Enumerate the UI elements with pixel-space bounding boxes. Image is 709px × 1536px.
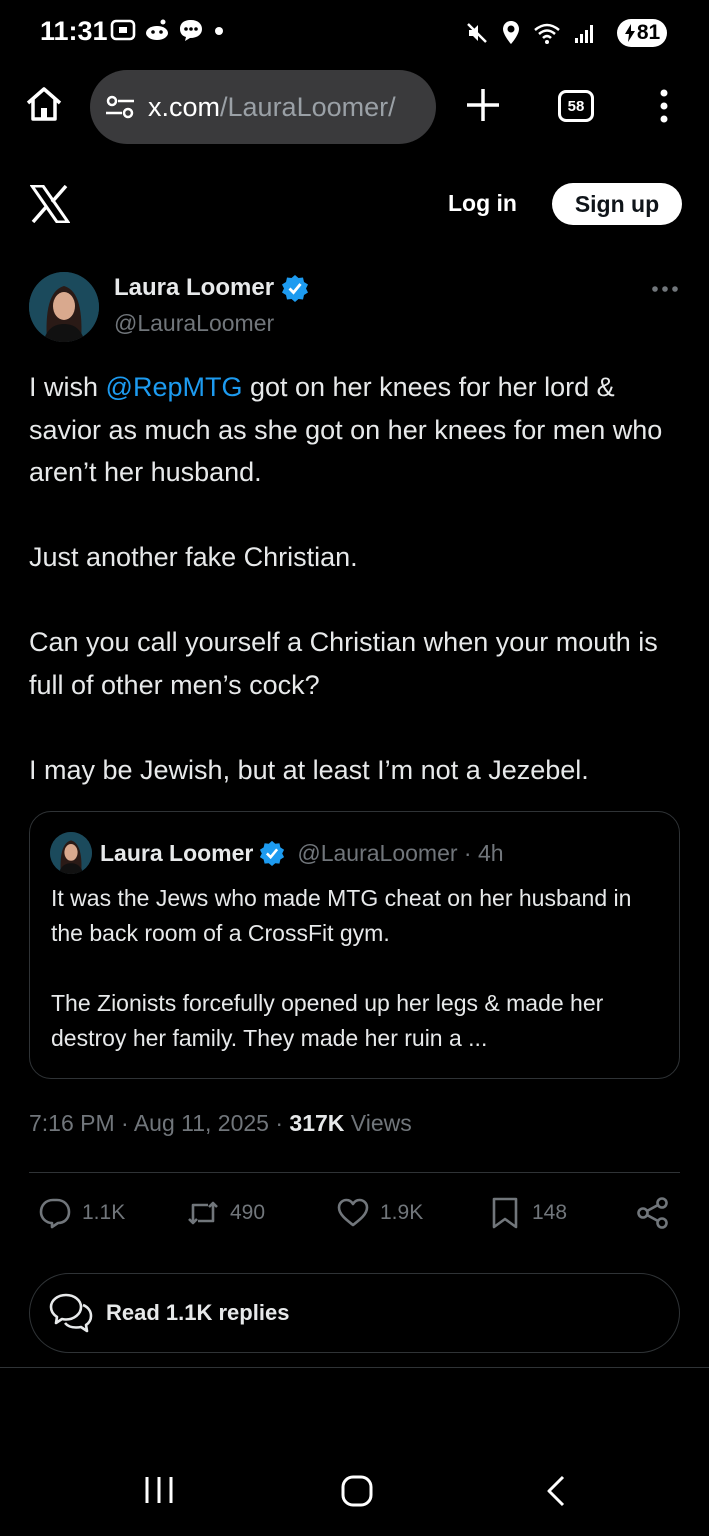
like-count: 1.9K	[380, 1201, 424, 1224]
status-bar: 11:31 81	[0, 0, 709, 64]
quoted-paragraph-1: It was the Jews who made MTG cheat on he…	[51, 885, 632, 946]
tweet-actions: 1.1K 490 1.9K 148	[0, 1196, 709, 1236]
url-text: x.com/LauraLoomer/	[148, 92, 396, 123]
location-icon	[503, 21, 519, 44]
reddit-notification-icon	[146, 19, 168, 40]
share-button[interactable]	[636, 1196, 670, 1230]
tweet-paragraph-1: I wish @RepMTG got on her knees for her …	[29, 366, 679, 494]
read-replies-label: Read 1.1K replies	[106, 1300, 290, 1325]
signal-icon	[575, 25, 593, 43]
mute-icon	[467, 23, 487, 43]
tweet-paragraph-3: Can you call yourself a Christian when y…	[29, 627, 658, 700]
screenshot-notification-icon	[110, 19, 136, 41]
views-label: Views	[344, 1110, 412, 1136]
url-host: x.com	[148, 91, 221, 122]
tweet-paragraph-4: I may be Jewish, but at least I’m not a …	[29, 754, 589, 785]
charging-bolt-icon	[624, 24, 635, 42]
quoted-verified-badge-icon	[260, 840, 285, 866]
back-icon[interactable]	[543, 1474, 569, 1508]
login-link[interactable]: Log in	[448, 190, 517, 217]
tweet-author: Laura Loomer @LauraLoomer	[0, 270, 709, 344]
x-header: Log in Sign up	[0, 180, 709, 228]
tab-count: 58	[567, 97, 585, 115]
quoted-tweet[interactable]: Laura Loomer @LauraLoomer · 4h It was th…	[29, 811, 680, 1079]
author-avatar[interactable]	[29, 272, 99, 342]
more-notifications-dot-icon	[215, 27, 223, 35]
replies-bubbles-icon	[49, 1293, 93, 1333]
url-path: /LauraLoomer/	[220, 91, 396, 122]
verified-badge-icon	[282, 275, 309, 302]
repost-icon	[188, 1201, 218, 1225]
signup-button[interactable]: Sign up	[552, 183, 682, 225]
views-count: 317K	[289, 1110, 345, 1136]
repost-count: 490	[230, 1201, 266, 1224]
reply-button[interactable]: 1.1K	[38, 1196, 125, 1230]
battery-level: 81	[636, 21, 661, 44]
quoted-tweet-body: It was the Jews who made MTG cheat on he…	[51, 881, 661, 1056]
mention-link[interactable]: @RepMTG	[106, 372, 243, 402]
quoted-author-name: Laura Loomer	[100, 839, 254, 866]
more-options-icon[interactable]	[651, 284, 679, 294]
reply-count: 1.1K	[82, 1201, 126, 1224]
page-divider	[0, 1367, 709, 1368]
chat-notification-icon	[180, 20, 202, 41]
avatar-image	[29, 272, 99, 342]
system-icons	[465, 20, 597, 46]
tab-switcher-button[interactable]: 58	[558, 90, 594, 122]
system-navigation-bar	[0, 1460, 709, 1520]
heart-icon	[337, 1198, 369, 1227]
quoted-tweet-header: Laura Loomer @LauraLoomer · 4h	[50, 832, 504, 874]
quoted-author-meta: @LauraLoomer · 4h	[297, 839, 504, 866]
read-replies-button[interactable]: Read 1.1K replies	[29, 1273, 680, 1353]
bookmark-button[interactable]: 148	[488, 1196, 567, 1230]
site-settings-icon[interactable]	[104, 92, 136, 122]
notification-icons	[110, 18, 226, 42]
repost-button[interactable]: 490	[186, 1196, 265, 1230]
share-icon	[637, 1197, 668, 1229]
home-icon[interactable]	[24, 84, 64, 124]
author-name[interactable]: Laura Loomer	[114, 274, 274, 302]
status-time: 11:31	[40, 16, 108, 46]
meta-divider	[29, 1172, 680, 1173]
tweet-timestamp[interactable]: 7:16 PM · Aug 11, 2025 ·	[29, 1110, 289, 1136]
tweet-paragraph-2: Just another fake Christian.	[29, 542, 358, 572]
bookmark-icon	[492, 1197, 518, 1229]
new-tab-icon[interactable]	[464, 86, 502, 124]
battery-indicator: 81	[617, 19, 667, 47]
reply-icon	[39, 1198, 71, 1229]
like-button[interactable]: 1.9K	[336, 1196, 423, 1230]
system-home-icon[interactable]	[340, 1474, 374, 1508]
address-bar[interactable]: x.com/LauraLoomer/	[90, 70, 436, 144]
tweet-text-segment: I wish	[29, 372, 106, 402]
x-logo-icon[interactable]	[30, 185, 70, 223]
bookmark-count: 148	[532, 1201, 568, 1224]
browser-menu-icon[interactable]	[652, 88, 676, 124]
quoted-avatar-image	[50, 832, 92, 874]
wifi-icon	[534, 23, 560, 44]
quoted-author-avatar	[50, 832, 92, 874]
browser-toolbar: x.com/LauraLoomer/ 58	[0, 66, 709, 146]
recent-apps-icon[interactable]	[142, 1474, 176, 1506]
quoted-paragraph-2: The Zionists forcefully opened up her le…	[51, 990, 604, 1051]
author-handle[interactable]: @LauraLoomer	[114, 310, 274, 337]
tweet-meta: 7:16 PM · Aug 11, 2025 · 317K Views	[29, 1110, 412, 1137]
tweet-body: I wish @RepMTG got on her knees for her …	[29, 366, 679, 791]
author-name-row[interactable]: Laura Loomer	[114, 274, 309, 302]
